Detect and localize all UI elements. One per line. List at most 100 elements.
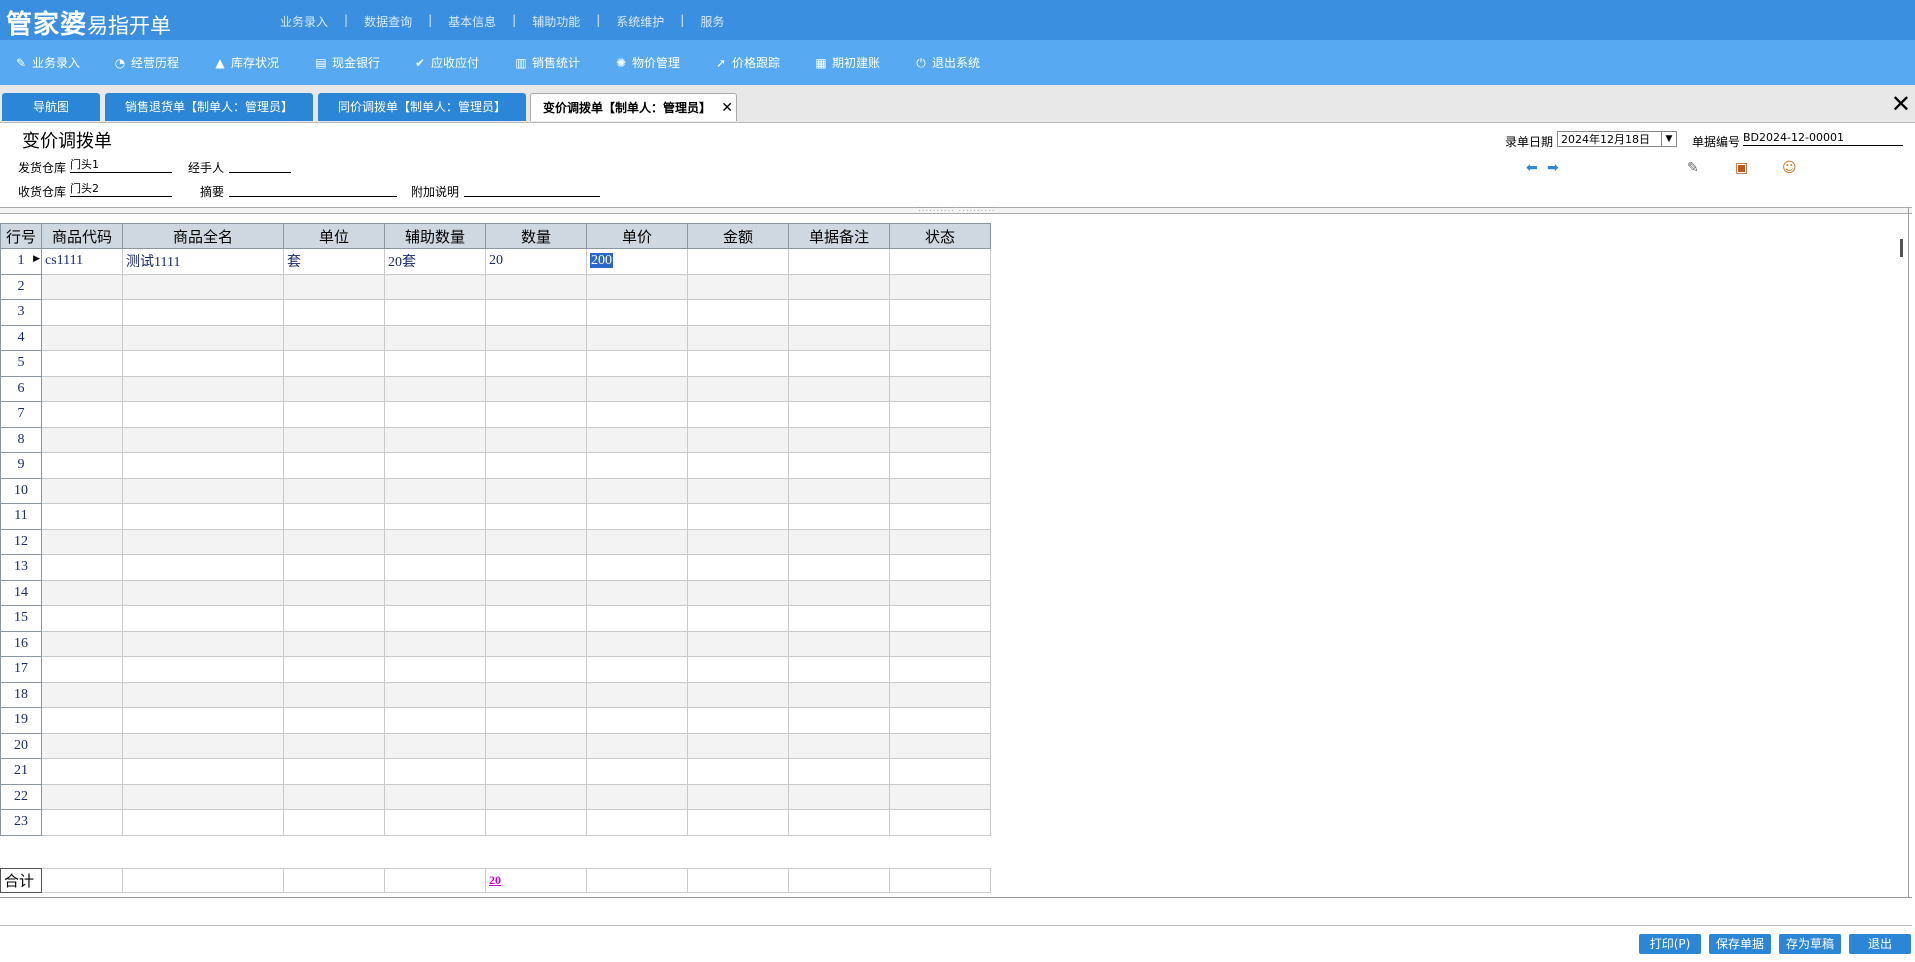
cell-price[interactable] <box>586 554 688 581</box>
cell-name[interactable] <box>122 579 284 606</box>
table-row[interactable]: 9 <box>0 452 991 479</box>
cell-aux-qty[interactable] <box>384 477 486 504</box>
cell-price[interactable] <box>586 273 688 300</box>
cell-name[interactable] <box>122 350 284 377</box>
cell-status[interactable] <box>889 605 991 632</box>
tab-sales-return[interactable]: 销售退货单【制单人：管理员】 <box>105 93 313 121</box>
cell-qty[interactable] <box>485 707 587 734</box>
cell-remark[interactable] <box>788 324 890 351</box>
close-tab-icon[interactable]: ✕ <box>721 94 733 122</box>
table-row[interactable]: 3 <box>0 299 991 326</box>
cell-price[interactable] <box>586 401 688 428</box>
cell-unit[interactable] <box>283 579 385 606</box>
note-field[interactable] <box>464 182 600 197</box>
table-row[interactable]: 15 <box>0 605 991 632</box>
cell-aux-qty[interactable] <box>384 656 486 683</box>
cell-status[interactable] <box>889 401 991 428</box>
cell-aux-qty[interactable] <box>384 605 486 632</box>
cell-qty[interactable] <box>485 579 587 606</box>
cell-unit[interactable] <box>283 503 385 530</box>
col-header-row-no[interactable]: 行号 <box>0 223 42 249</box>
cell-remark[interactable] <box>788 503 890 530</box>
table-row[interactable]: 13 <box>0 554 991 581</box>
cell-code[interactable] <box>41 758 123 785</box>
cell-qty[interactable] <box>485 732 587 759</box>
cell-remark[interactable] <box>788 350 890 377</box>
col-header-aux-qty[interactable]: 辅助数量 <box>384 223 486 249</box>
scrollbar-thumb[interactable] <box>1900 239 1903 257</box>
table-row[interactable]: 17 <box>0 656 991 683</box>
cell-remark[interactable] <box>788 528 890 555</box>
cell-amount[interactable] <box>687 426 789 453</box>
cell-amount[interactable] <box>687 248 789 275</box>
cell-code[interactable] <box>41 452 123 479</box>
cell-price[interactable] <box>586 579 688 606</box>
toolbar-sales[interactable]: ▥ 销售统计 <box>514 54 580 71</box>
cell-unit[interactable] <box>283 401 385 428</box>
toolbar-exit[interactable]: ⏻ 退出系统 <box>914 54 980 71</box>
cell-name[interactable] <box>122 503 284 530</box>
topnav-item-service[interactable]: 服务 <box>700 13 724 30</box>
cell-remark[interactable] <box>788 732 890 759</box>
cell-aux-qty[interactable] <box>384 579 486 606</box>
cell-qty[interactable] <box>485 758 587 785</box>
to-warehouse-field[interactable]: 门头2 <box>70 182 172 197</box>
cell-unit[interactable] <box>283 375 385 402</box>
cell-unit[interactable] <box>283 273 385 300</box>
table-row[interactable]: 2 <box>0 273 991 300</box>
cell-aux-qty[interactable] <box>384 630 486 657</box>
cell-unit[interactable] <box>283 630 385 657</box>
cell-code[interactable] <box>41 579 123 606</box>
cell-code[interactable] <box>41 528 123 555</box>
cell-name[interactable] <box>122 452 284 479</box>
cell-name[interactable] <box>122 477 284 504</box>
cell-remark[interactable] <box>788 605 890 632</box>
cell-aux-qty[interactable] <box>384 681 486 708</box>
cell-price[interactable] <box>586 605 688 632</box>
cell-aux-qty[interactable] <box>384 452 486 479</box>
save-button[interactable]: 保存单据 <box>1709 934 1771 954</box>
cell-qty[interactable] <box>485 605 587 632</box>
cell-amount[interactable] <box>687 299 789 326</box>
cell-code[interactable] <box>41 273 123 300</box>
cell-unit[interactable]: 套 <box>283 248 385 275</box>
cell-price[interactable] <box>586 809 688 836</box>
cell-code[interactable] <box>41 299 123 326</box>
table-row[interactable]: 20 <box>0 732 991 759</box>
cell-amount[interactable] <box>687 273 789 300</box>
cell-name[interactable] <box>122 554 284 581</box>
cell-aux-qty[interactable] <box>384 299 486 326</box>
chevron-down-icon[interactable]: ▼ <box>1661 132 1676 146</box>
cell-price[interactable]: 200 <box>586 248 688 275</box>
cell-status[interactable] <box>889 528 991 555</box>
cell-status[interactable] <box>889 681 991 708</box>
cell-remark[interactable] <box>788 758 890 785</box>
cell-code[interactable] <box>41 350 123 377</box>
toolbar-receivable[interactable]: ✔ 应收应付 <box>413 54 479 71</box>
handler-field[interactable] <box>229 158 291 173</box>
toolbar-tracking[interactable]: ➚ 价格跟踪 <box>714 54 780 71</box>
cell-qty[interactable] <box>485 809 587 836</box>
cell-status[interactable] <box>889 707 991 734</box>
cell-amount[interactable] <box>687 809 789 836</box>
table-row[interactable]: 23 <box>0 809 991 836</box>
cell-name[interactable] <box>122 707 284 734</box>
topnav-item-query[interactable]: 数据查询 <box>364 13 412 30</box>
cell-remark[interactable] <box>788 681 890 708</box>
cell-code[interactable] <box>41 503 123 530</box>
cell-code[interactable] <box>41 477 123 504</box>
cell-status[interactable] <box>889 809 991 836</box>
cell-name[interactable] <box>122 758 284 785</box>
cell-remark[interactable] <box>788 656 890 683</box>
cell-price[interactable] <box>586 630 688 657</box>
user-icon[interactable]: ☺ <box>1782 160 1797 176</box>
cell-remark[interactable] <box>788 554 890 581</box>
cell-price[interactable] <box>586 732 688 759</box>
cell-name[interactable] <box>122 783 284 810</box>
tab-same-price-transfer[interactable]: 同价调拨单【制单人：管理员】 <box>318 93 526 121</box>
cell-unit[interactable] <box>283 605 385 632</box>
cell-remark[interactable] <box>788 248 890 275</box>
cell-remark[interactable] <box>788 273 890 300</box>
cell-amount[interactable] <box>687 656 789 683</box>
table-row[interactable]: 8 <box>0 426 991 453</box>
